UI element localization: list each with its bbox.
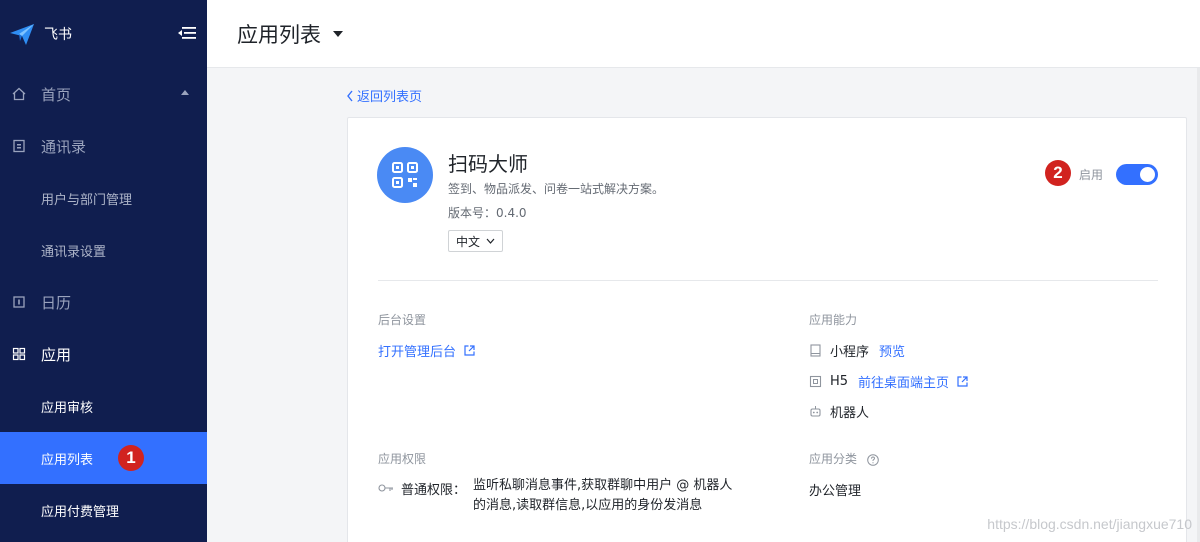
sidebar-item-label: 应用审核 xyxy=(41,400,94,416)
h5-icon xyxy=(809,375,822,388)
sidebar-item-contacts[interactable]: 通讯录 xyxy=(0,120,207,172)
page-title[interactable]: 应用列表 xyxy=(237,19,321,49)
sidebar-item-home[interactable]: 首页 xyxy=(0,68,207,120)
permissions-title: 应用权限 xyxy=(378,452,427,466)
mini-program-icon xyxy=(810,344,821,357)
contacts-icon xyxy=(13,139,25,153)
sidebar-item-label: 通讯录设置 xyxy=(41,244,107,260)
capability-mini-program: 小程序 预览 xyxy=(809,341,905,360)
category-value: 办公管理 xyxy=(809,484,862,499)
external-link-icon xyxy=(957,376,968,387)
desktop-home-link[interactable]: 前往桌面端主页 xyxy=(858,372,968,391)
divider xyxy=(378,280,1158,281)
back-link-label: 返回列表页 xyxy=(357,90,423,105)
feishu-logo-icon xyxy=(10,24,34,45)
external-link-icon xyxy=(464,345,475,356)
brand: 飞书 xyxy=(0,0,207,68)
enable-toggle[interactable] xyxy=(1116,164,1158,185)
back-to-list-link[interactable]: 返回列表页 xyxy=(346,86,422,105)
sidebar-item-label: 日历 xyxy=(41,293,72,312)
app-icon xyxy=(377,147,433,203)
brand-name: 飞书 xyxy=(44,27,72,43)
sidebar-item-app-billing[interactable]: 应用付费管理 xyxy=(0,484,207,536)
enable-label: 启用 xyxy=(1079,168,1104,182)
chevron-down-icon[interactable] xyxy=(333,30,343,37)
page-header: 应用列表 xyxy=(207,0,1200,68)
sidebar-item-label: 通讯录 xyxy=(41,137,87,156)
mini-program-label: 小程序 xyxy=(830,345,870,360)
category-title-row: 应用分类 xyxy=(809,450,879,467)
key-icon xyxy=(378,484,393,492)
help-icon[interactable] xyxy=(867,453,879,466)
collapse-caret-icon[interactable] xyxy=(181,90,189,95)
capability-h5: H5 前往桌面端主页 xyxy=(809,372,968,391)
sidebar-item-apps[interactable]: 应用 xyxy=(0,328,207,380)
annotation-badge-2: 2 xyxy=(1045,160,1071,186)
sidebar-item-calendar[interactable]: 日历 xyxy=(0,276,207,328)
category-title: 应用分类 xyxy=(809,452,858,466)
language-select[interactable]: 中文 xyxy=(448,230,504,252)
robot-icon xyxy=(810,406,821,417)
qr-code-icon xyxy=(392,162,418,188)
annotation-badge-1: 1 xyxy=(118,445,144,471)
permission-label: 普通权限： xyxy=(401,483,467,498)
calendar-icon xyxy=(13,296,25,308)
bot-label: 机器人 xyxy=(830,406,870,421)
sidebar-item-label: 应用列表 xyxy=(41,452,94,468)
sidebar-item-label: 用户与部门管理 xyxy=(41,192,133,208)
permission-row: 普通权限： 监听私聊消息事件,获取群聊中用户 @ 机器人的消息,读取群信息,以应… xyxy=(378,478,733,516)
app-version: 版本号：0.4.0 xyxy=(448,206,527,220)
h5-label: H5 xyxy=(830,374,849,389)
apps-grid-icon xyxy=(12,347,26,361)
toggle-knob xyxy=(1140,167,1155,182)
app-description: 签到、物品派发、问卷一站式解决方案。 xyxy=(448,182,665,196)
open-admin-label: 打开管理后台 xyxy=(378,345,457,360)
preview-link[interactable]: 预览 xyxy=(879,341,905,360)
backend-settings-title: 后台设置 xyxy=(378,313,427,327)
desktop-home-label: 前往桌面端主页 xyxy=(858,376,950,391)
chevron-down-icon xyxy=(486,238,495,244)
sidebar-item-contacts-settings[interactable]: 通讯录设置 xyxy=(0,224,207,276)
sidebar: 飞书 首页 通讯录 用户与部门管理 通讯录设置 日历 应用 应用审核 应用列表 … xyxy=(0,0,207,542)
watermark: https://blog.csdn.net/jiangxue710 xyxy=(987,516,1192,532)
language-select-value: 中文 xyxy=(456,234,481,249)
permission-text: 监听私聊消息事件,获取群聊中用户 @ 机器人的消息,读取群信息,以应用的身份发消… xyxy=(473,478,733,513)
capability-bot: 机器人 xyxy=(809,402,869,421)
app-name: 扫码大师 xyxy=(448,152,528,176)
open-admin-link[interactable]: 打开管理后台 xyxy=(378,341,475,360)
sidebar-item-label: 应用 xyxy=(41,345,72,364)
sidebar-item-app-list[interactable]: 应用列表 1 xyxy=(0,432,207,484)
sidebar-item-user-dept[interactable]: 用户与部门管理 xyxy=(0,172,207,224)
home-icon xyxy=(12,87,26,101)
app-detail-card: 扫码大师 签到、物品派发、问卷一站式解决方案。 版本号：0.4.0 中文 2 启… xyxy=(347,117,1187,542)
collapse-menu-icon[interactable] xyxy=(178,24,196,42)
sidebar-item-label: 首页 xyxy=(41,85,72,104)
chevron-left-icon xyxy=(347,90,353,101)
sidebar-item-app-review[interactable]: 应用审核 xyxy=(0,380,207,432)
capabilities-title: 应用能力 xyxy=(809,313,858,327)
sidebar-item-label: 应用付费管理 xyxy=(41,504,120,520)
